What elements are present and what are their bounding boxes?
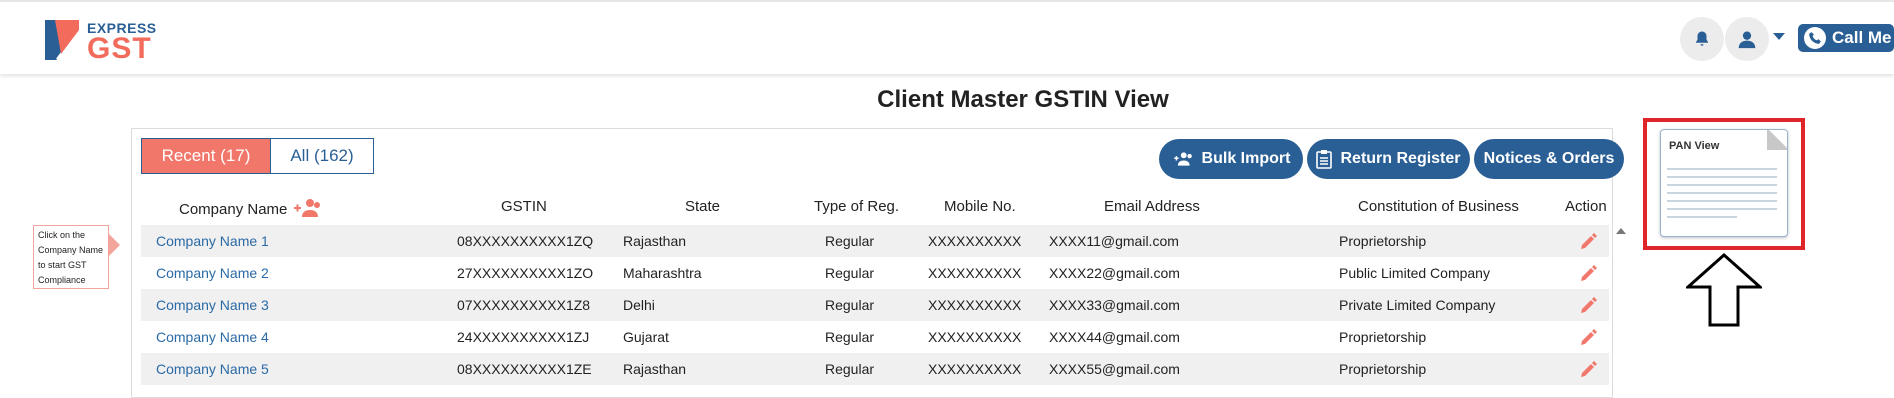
edit-pencil-icon[interactable] <box>1578 264 1598 284</box>
state-cell: Gujarat <box>623 329 669 345</box>
header-constitution[interactable]: Constitution of Business <box>1358 198 1519 215</box>
email-cell: XXXX44@gmail.com <box>1049 329 1180 345</box>
chevron-down-icon[interactable] <box>1773 33 1785 40</box>
header-state[interactable]: State <box>685 198 720 215</box>
mobile-cell: XXXXXXXXXX <box>928 233 1022 249</box>
user-icon <box>1738 31 1756 49</box>
email-cell: XXXX55@gmail.com <box>1049 361 1180 377</box>
return-register-button[interactable]: Return Register <box>1307 139 1470 179</box>
pan-view-label: PAN View <box>1669 140 1720 152</box>
state-cell: Delhi <box>623 297 655 313</box>
mobile-cell: XXXXXXXXXX <box>928 361 1022 377</box>
phone-icon <box>1804 27 1826 49</box>
company-link[interactable]: Company Name 3 <box>156 297 269 313</box>
preview-line <box>1667 208 1777 210</box>
header-email[interactable]: Email Address <box>1104 198 1200 215</box>
tooltip-line: to start GST <box>38 260 87 270</box>
page-title: Client Master GSTIN View <box>877 86 1169 113</box>
constitution-cell: Proprietorship <box>1339 329 1427 345</box>
constitution-cell: Public Limited Company <box>1339 265 1490 281</box>
company-link[interactable]: Company Name 2 <box>156 265 269 281</box>
gstin-cell: 07XXXXXXXXXX1Z8 <box>457 297 591 313</box>
tooltip-line: Compliance <box>38 275 86 285</box>
notices-orders-button[interactable]: Notices & Orders <box>1474 139 1624 179</box>
preview-line <box>1667 200 1777 202</box>
preview-line <box>1667 176 1777 178</box>
add-users-icon <box>1173 152 1192 166</box>
pan-view-highlight: PAN View <box>1643 118 1805 250</box>
preview-line <box>1667 168 1777 170</box>
table-row: Company Name 3 07XXXXXXXXXX1Z8 Delhi Reg… <box>141 289 1609 321</box>
header-gstin[interactable]: GSTIN <box>501 198 547 215</box>
type-cell: Regular <box>825 297 875 313</box>
table-row: Company Name 2 27XXXXXXXXXX1ZO Maharasht… <box>141 257 1609 289</box>
constitution-cell: Proprietorship <box>1339 233 1427 249</box>
edit-pencil-icon[interactable] <box>1578 360 1598 380</box>
state-cell: Rajasthan <box>623 233 687 249</box>
tab-recent[interactable]: Recent (17) <box>141 138 271 174</box>
company-users-icon[interactable] <box>292 198 322 218</box>
page-fold-icon <box>1767 130 1787 150</box>
preview-line <box>1667 216 1737 218</box>
call-me-button[interactable]: Call Me <box>1798 24 1894 52</box>
clipboard-icon <box>1316 150 1333 169</box>
company-link[interactable]: Company Name 4 <box>156 329 269 345</box>
type-cell: Regular <box>825 329 875 345</box>
logo-mark-icon <box>45 20 79 60</box>
constitution-cell: Proprietorship <box>1339 361 1427 377</box>
header-action: Action <box>1565 198 1607 215</box>
company-hint-tooltip: Click on the Company Name to start GST C… <box>33 225 109 289</box>
header-type[interactable]: Type of Reg. <box>814 198 899 215</box>
edit-pencil-icon[interactable] <box>1578 232 1598 252</box>
notifications-button[interactable] <box>1680 17 1724 61</box>
bell-icon <box>1696 31 1708 46</box>
edit-pencil-icon[interactable] <box>1578 328 1598 348</box>
gstin-cell: 24XXXXXXXXXX1ZJ <box>457 329 590 345</box>
email-cell: XXXX33@gmail.com <box>1049 297 1180 313</box>
preview-line <box>1667 192 1777 194</box>
header-mobile[interactable]: Mobile No. <box>944 198 1016 215</box>
table-row: Company Name 4 24XXXXXXXXXX1ZJ Gujarat R… <box>141 321 1609 353</box>
gstin-cell: 27XXXXXXXXXX1ZO <box>457 265 594 281</box>
edit-pencil-icon[interactable] <box>1578 296 1598 316</box>
table-row: Company Name 1 08XXXXXXXXXX1ZQ Rajasthan… <box>141 225 1609 257</box>
header-company-label: Company Name <box>179 201 288 218</box>
app-header: EXPRESS GST Call Me <box>0 0 1894 74</box>
mobile-cell: XXXXXXXXXX <box>928 297 1022 313</box>
type-cell: Regular <box>825 361 875 377</box>
gstin-cell: 08XXXXXXXXXX1ZQ <box>457 233 594 249</box>
company-link[interactable]: Company Name 5 <box>156 361 269 377</box>
state-cell: Maharashtra <box>623 265 702 281</box>
scroll-up-arrow[interactable] <box>1616 228 1626 234</box>
tab-all[interactable]: All (162) <box>270 138 374 174</box>
email-cell: XXXX22@gmail.com <box>1049 265 1180 281</box>
mobile-cell: XXXXXXXXXX <box>928 265 1022 281</box>
notices-orders-label: Notices & Orders <box>1483 150 1615 167</box>
express-gst-logo[interactable]: EXPRESS GST <box>43 18 163 64</box>
call-me-label: Call Me <box>1832 28 1892 47</box>
user-menu-button[interactable] <box>1725 17 1769 61</box>
type-cell: Regular <box>825 233 875 249</box>
header-company[interactable]: Company Name <box>179 198 322 218</box>
state-cell: Rajasthan <box>623 361 687 377</box>
bulk-import-button[interactable]: Bulk Import <box>1159 139 1303 179</box>
bulk-import-label: Bulk Import <box>1201 150 1291 167</box>
arrow-up-icon <box>1686 253 1762 327</box>
return-register-label: Return Register <box>1340 150 1461 167</box>
email-cell: XXXX11@gmail.com <box>1049 233 1179 249</box>
tooltip-line: Click on the <box>38 230 86 240</box>
pan-view-card[interactable]: PAN View <box>1660 129 1788 237</box>
tooltip-arrow <box>109 234 120 256</box>
constitution-cell: Private Limited Company <box>1339 297 1496 313</box>
tooltip-line: Company Name <box>38 245 104 255</box>
mobile-cell: XXXXXXXXXX <box>928 329 1022 345</box>
company-link[interactable]: Company Name 1 <box>156 233 269 249</box>
gstin-cell: 08XXXXXXXXXX1ZE <box>457 361 592 377</box>
table-row: Company Name 5 08XXXXXXXXXX1ZE Rajasthan… <box>141 353 1609 385</box>
type-cell: Regular <box>825 265 875 281</box>
logo-text-bottom: GST <box>87 32 152 65</box>
preview-line <box>1667 184 1777 186</box>
